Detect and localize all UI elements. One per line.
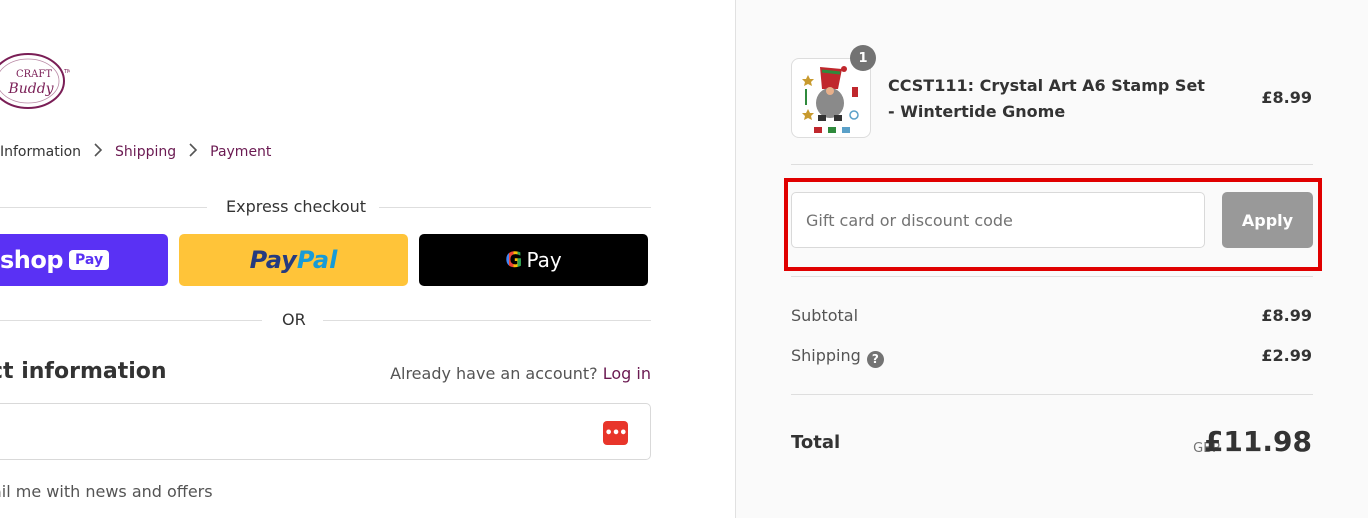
product-title: CCST111: Crystal Art A6 Stamp Set - Wint… <box>888 76 1205 121</box>
total-value: £11.98 <box>1203 425 1312 458</box>
subtotal-value: £8.99 <box>1261 306 1312 325</box>
chevron-right-icon <box>183 143 203 161</box>
or-label: OR <box>282 310 306 329</box>
shop-pay-badge: Pay <box>69 250 110 270</box>
or-separator: OR <box>0 310 651 330</box>
checkout-main: CRAFT Buddy TM Information Shipping Paym… <box>0 0 735 518</box>
express-checkout-header: Express checkout <box>0 197 651 217</box>
shop-pay-wordmark: shop <box>0 246 64 274</box>
discount-code-input[interactable] <box>791 192 1205 248</box>
password-manager-icon[interactable]: ••• <box>603 421 628 445</box>
shipping-row: Shipping? <box>791 346 884 368</box>
svg-text:CRAFT: CRAFT <box>16 69 52 80</box>
account-prompt: Already have an account? Log in <box>390 364 651 383</box>
svg-text:TM: TM <box>63 69 70 75</box>
account-prompt-text: Already have an account? <box>390 364 598 383</box>
divider <box>0 207 207 208</box>
gnome-stamp-image <box>802 66 859 133</box>
apply-discount-button[interactable]: Apply <box>1222 192 1313 248</box>
newsletter-checkbox-label[interactable]: ail me with news and offers <box>0 482 213 501</box>
divider <box>791 276 1313 277</box>
google-g-icon: G <box>505 248 523 272</box>
paypal-logo-part2: Pal <box>296 246 338 274</box>
login-link[interactable]: Log in <box>603 364 651 383</box>
divider <box>0 320 262 321</box>
divider <box>379 207 651 208</box>
google-pay-button[interactable]: G Pay <box>419 234 648 286</box>
subtotal-label: Subtotal <box>791 306 859 325</box>
express-checkout-title: Express checkout <box>226 197 367 216</box>
contact-information-title: ct information <box>0 359 167 384</box>
divider <box>791 164 1313 165</box>
breadcrumb-information: Information <box>0 144 82 160</box>
total-label: Total <box>791 432 841 453</box>
paypal-logo-part1: Pay <box>249 246 297 274</box>
craft-buddy-logo[interactable]: CRAFT Buddy TM <box>0 50 70 112</box>
order-summary: 1 CCST111: Crystal Art A6 Stamp Set - Wi… <box>735 0 1368 518</box>
breadcrumb-payment[interactable]: Payment <box>210 144 271 160</box>
shipping-label: Shipping <box>791 346 861 365</box>
shop-pay-button[interactable]: shop Pay <box>0 234 168 286</box>
divider <box>323 320 651 321</box>
svg-text:Buddy: Buddy <box>7 81 54 97</box>
shipping-value: £2.99 <box>1261 346 1312 365</box>
divider <box>791 394 1313 395</box>
help-icon[interactable]: ? <box>866 351 884 368</box>
email-field[interactable]: ••• <box>0 403 651 460</box>
chevron-right-icon <box>88 143 108 161</box>
paypal-button[interactable]: Pay Pal <box>179 234 408 286</box>
google-pay-label: Pay <box>526 248 562 272</box>
quantity-badge: 1 <box>850 45 876 71</box>
breadcrumb: Information Shipping Payment <box>0 143 271 161</box>
breadcrumb-shipping[interactable]: Shipping <box>115 144 176 160</box>
product-price: £8.99 <box>1261 88 1312 107</box>
